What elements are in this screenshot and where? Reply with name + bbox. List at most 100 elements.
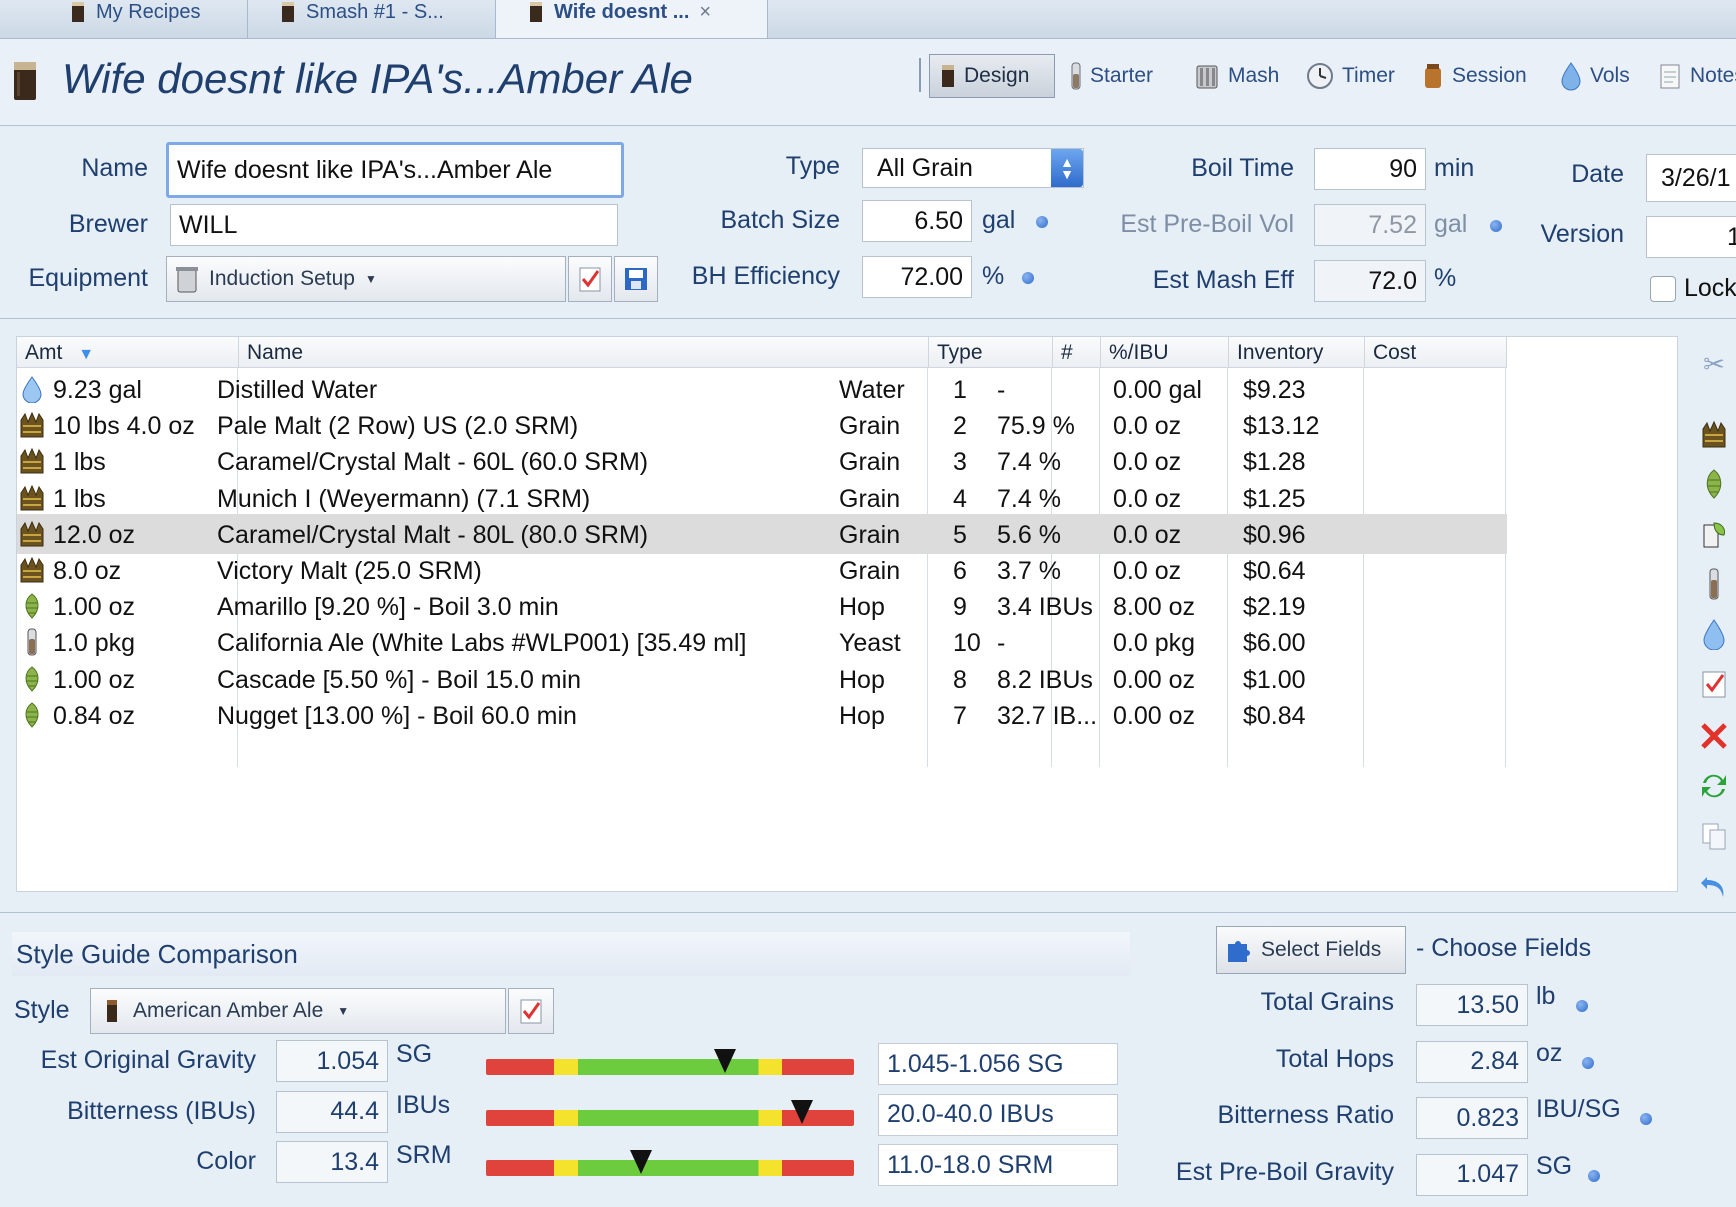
yeast-vial-icon xyxy=(17,622,47,662)
pre-boil-vol-indicator-icon[interactable] xyxy=(1490,220,1502,232)
amount-cell: 1.00 oz xyxy=(53,665,136,694)
table-row[interactable]: 1 lbs Caramel/Crystal Malt - 60L (60.0 SR… xyxy=(17,441,1507,481)
table-row[interactable]: 1.0 pkg California Ale (White Labs #WLP00… xyxy=(17,622,1507,662)
stepper-icon: ▲ ▼ xyxy=(1051,149,1083,187)
lock-checkbox[interactable] xyxy=(1650,276,1676,302)
date-label: Date xyxy=(1571,160,1624,188)
mug-icon xyxy=(14,62,36,100)
refresh-icon[interactable] xyxy=(1698,770,1730,802)
equipment-save-button[interactable] xyxy=(614,256,658,302)
type-select[interactable]: All Grain ▲ ▼ xyxy=(862,148,1084,188)
copy-icon[interactable] xyxy=(1698,820,1730,852)
add-grain-icon[interactable] xyxy=(1698,418,1730,450)
drop-icon xyxy=(1561,62,1581,91)
table-row[interactable]: 9.23 gal Distilled Water Water 1 - 0.00 gal $9… xyxy=(17,369,1507,409)
toolbar-divider xyxy=(919,58,921,92)
name-cell: California Ale (White Labs #WLP001) [35.… xyxy=(217,629,747,658)
table-row[interactable]: 10 lbs 4.0 oz Pale Malt (2 Row) US (2.0 S… xyxy=(17,405,1507,445)
date-input[interactable]: 3/26/1 xyxy=(1646,154,1736,202)
close-icon[interactable]: × xyxy=(699,1,711,24)
design-button[interactable]: Design xyxy=(929,54,1055,98)
mash-button[interactable]: Mash xyxy=(1194,54,1279,98)
column-header-inventory[interactable]: Inventory xyxy=(1229,337,1365,367)
tab-label: Smash #1 - S... xyxy=(306,0,444,23)
summary-label: Est Pre-Boil Gravity xyxy=(1175,1157,1394,1186)
tab-smash[interactable]: Smash #1 - S... xyxy=(248,0,496,38)
tab-current-recipe[interactable]: Wife doesnt ... × xyxy=(496,0,768,38)
name-cell: Victory Malt (25.0 SRM) xyxy=(217,557,482,585)
pre-boil-vol-value: 7.52 xyxy=(1314,204,1426,246)
version-input[interactable]: 1.0 xyxy=(1646,216,1736,258)
sort-arrow-icon: ▼ xyxy=(78,346,95,363)
column-header-name[interactable]: Name xyxy=(239,337,929,367)
session-button[interactable]: Session xyxy=(1422,54,1527,98)
ingredient-toolbar: ✂ xyxy=(1692,340,1736,900)
boil-time-input[interactable]: 90 xyxy=(1314,148,1426,190)
add-yeast-icon[interactable] xyxy=(1698,568,1730,600)
column-header-type[interactable]: Type xyxy=(929,337,1053,367)
grain-icon xyxy=(17,441,47,481)
table-row[interactable]: 1.00 oz Amarillo [9.20 %] - Boil 3.0 min H… xyxy=(17,586,1507,626)
name-label: Name xyxy=(81,154,148,182)
summary-indicator-icon[interactable] xyxy=(1582,1056,1594,1069)
type-cell: Grain xyxy=(839,412,901,441)
add-misc-icon[interactable] xyxy=(1698,518,1730,550)
percent-ibu-cell: 5.6 % xyxy=(997,520,1061,549)
inventory-cell: 0.0 pkg xyxy=(1113,629,1196,658)
cost-cell: $0.96 xyxy=(1243,520,1306,549)
column-header-amt[interactable]: Amt ▼ xyxy=(17,337,239,367)
table-row[interactable]: 1.00 oz Cascade [5.50 %] - Boil 15.0 min H… xyxy=(17,659,1507,699)
ingredients-table: Amt ▼ Name Type # %/IBU Inventory Cost 9… xyxy=(16,336,1678,892)
starter-button[interactable]: Starter xyxy=(1070,54,1153,98)
summary-indicator-icon[interactable] xyxy=(1588,1169,1600,1182)
style-select[interactable]: American Amber Ale ▼ xyxy=(90,988,506,1034)
scissors-icon[interactable]: ✂ xyxy=(1698,348,1730,380)
percent-ibu-cell: 7.4 % xyxy=(997,484,1061,513)
undo-icon[interactable] xyxy=(1698,870,1730,902)
column-header-percent-ibu[interactable]: %/IBU xyxy=(1101,337,1229,367)
edit-checklist-icon[interactable] xyxy=(1698,668,1730,700)
name-cell: Pale Malt (2 Row) US (2.0 SRM) xyxy=(217,412,579,441)
summary-indicator-icon[interactable] xyxy=(1640,1113,1652,1125)
notes-button[interactable]: Notes xyxy=(1658,54,1736,98)
type-label: Type xyxy=(785,152,840,180)
column-header-cost[interactable]: Cost xyxy=(1365,337,1507,367)
percent-ibu-cell: 3.7 % xyxy=(997,557,1061,585)
style-value-marker xyxy=(714,1049,737,1073)
select-fields-button[interactable]: Select Fields xyxy=(1216,926,1406,974)
style-edit-button[interactable] xyxy=(508,988,554,1034)
amount-cell: 1 lbs xyxy=(53,484,106,513)
table-row[interactable]: 12.0 oz Caramel/Crystal Malt - 80L (80.0 … xyxy=(17,513,1507,554)
grain-icon xyxy=(17,405,47,445)
number-cell: 1 xyxy=(953,376,967,404)
add-hop-icon[interactable] xyxy=(1698,468,1730,500)
tab-my-recipes[interactable]: My Recipes xyxy=(0,0,248,38)
table-row[interactable]: 8.0 oz Victory Malt (25.0 SRM) Grain 6 3.7 %… xyxy=(17,550,1507,590)
version-label: Version xyxy=(1540,220,1624,248)
column-header-number[interactable]: # xyxy=(1053,337,1101,367)
add-water-icon[interactable] xyxy=(1698,618,1730,650)
mug-icon xyxy=(282,2,294,22)
bh-efficiency-input[interactable]: 72.00 xyxy=(862,256,972,298)
equipment-edit-button[interactable] xyxy=(568,256,612,302)
table-row[interactable]: 0.84 oz Nugget [13.00 %] - Boil 60.0 min H… xyxy=(17,695,1507,735)
style-metric-label: Bitterness (IBUs) xyxy=(67,1096,256,1125)
vols-button[interactable]: Vols xyxy=(1560,54,1630,98)
brewer-input[interactable]: WILL xyxy=(170,204,618,246)
style-metric-value: 1.054 xyxy=(276,1040,388,1082)
name-input[interactable]: Wife doesnt like IPA's...Amber Ale xyxy=(166,142,624,198)
delete-icon[interactable] xyxy=(1698,720,1730,752)
name-cell: Distilled Water xyxy=(217,376,378,404)
summary-indicator-icon[interactable] xyxy=(1576,1000,1588,1012)
brewer-label: Brewer xyxy=(68,210,148,238)
amount-cell: 1 lbs xyxy=(53,448,106,477)
table-row[interactable]: 1 lbs Munich I (Weyermann) (7.1 SRM) Grain… xyxy=(17,478,1507,518)
summary-label: Total Hops xyxy=(1275,1044,1394,1073)
number-cell: 10 xyxy=(953,629,981,658)
timer-button[interactable]: Timer xyxy=(1306,54,1395,98)
bh-efficiency-indicator-icon[interactable] xyxy=(1022,272,1034,284)
batch-size-indicator-icon[interactable] xyxy=(1036,216,1048,228)
cost-cell: $2.19 xyxy=(1243,593,1306,622)
equipment-select[interactable]: Induction Setup ▼ xyxy=(166,256,566,302)
batch-size-input[interactable]: 6.50 xyxy=(862,200,972,242)
